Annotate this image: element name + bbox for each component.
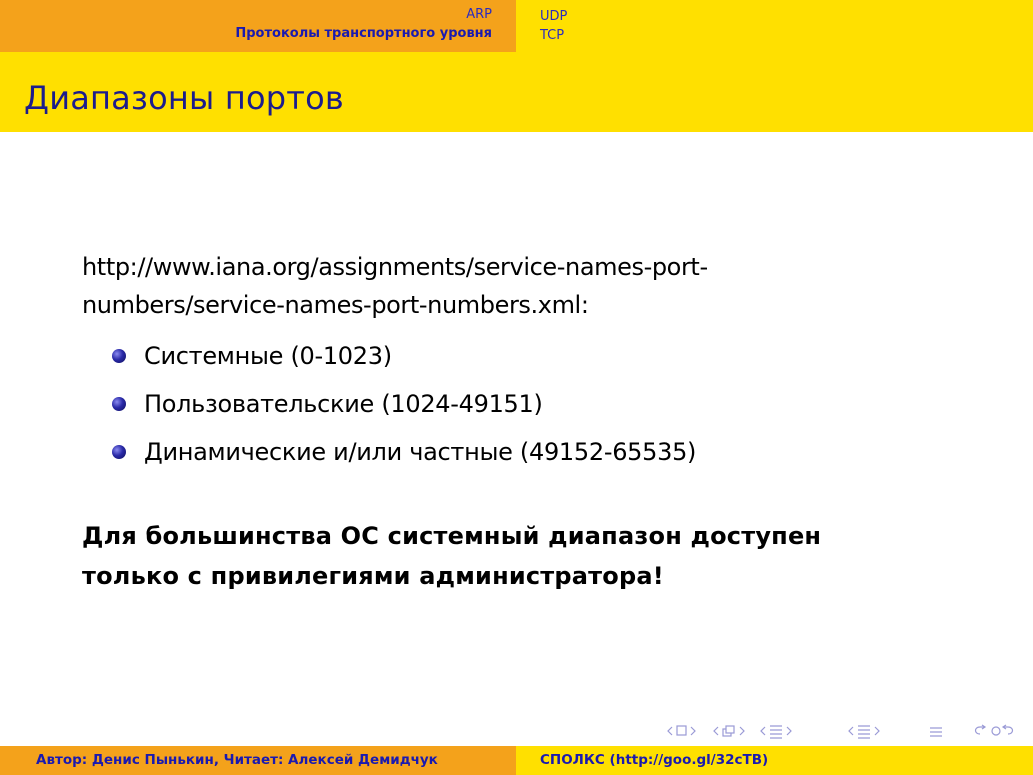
navigation-symbols-svg — [667, 724, 1014, 739]
footer-title-bar: СПОЛКС (http://goo.gl/32cTB) — [516, 746, 1033, 775]
footer-title: СПОЛКС (http://goo.gl/32cTB) — [540, 752, 769, 768]
nav-section-arp[interactable]: ARP — [466, 7, 492, 22]
nav-section-icon[interactable] — [760, 725, 792, 739]
navigation-symbols — [660, 722, 1030, 740]
list-item-label: Динамические и/или частные (49152-65535) — [144, 438, 697, 466]
nav-subsection-title[interactable]: Протоколы транспортного уровня — [235, 26, 492, 41]
iana-url[interactable]: http://www.iana.org/assignments/service-… — [82, 248, 942, 324]
nav-item-tcp[interactable]: TCP — [540, 26, 567, 45]
footer-author-bar: Автор: Денис Пынькин, Читает: Алексей Де… — [0, 746, 516, 775]
list-item-label: Системные (0-1023) — [144, 342, 392, 370]
frame-title-bar: Диапазоны портов — [0, 52, 1033, 132]
bullet-icon — [112, 445, 126, 459]
slide-content: http://www.iana.org/assignments/service-… — [82, 248, 942, 596]
list-item-system: Системные (0-1023) — [110, 332, 942, 380]
list-item-dynamic: Динамические и/или частные (49152-65535) — [110, 428, 942, 476]
iana-url-line-2[interactable]: numbers/service-names-port-numbers.xml: — [82, 286, 942, 324]
header-subsection-bar: UDP TCP — [516, 0, 1033, 52]
iana-url-line-1[interactable]: http://www.iana.org/assignments/service-… — [82, 248, 942, 286]
header-section-bar: ARP Протоколы транспортного уровня — [0, 0, 516, 52]
list-item-user: Пользовательские (1024-49151) — [110, 380, 942, 428]
bullet-icon — [112, 349, 126, 363]
nav-search-icon[interactable] — [974, 724, 1014, 736]
nav-align-icon[interactable] — [930, 727, 942, 737]
bullet-icon — [112, 397, 126, 411]
admin-warning: Для большинства ОС системный диапазон до… — [82, 516, 942, 596]
page-title: Диапазоны портов — [24, 79, 344, 117]
port-range-list: Системные (0-1023) Пользовательские (102… — [82, 332, 942, 476]
list-item-label: Пользовательские (1024-49151) — [144, 390, 543, 418]
admin-warning-line-1: Для большинства ОС системный диапазон до… — [82, 522, 822, 550]
footer-author: Автор: Денис Пынькин, Читает: Алексей Де… — [36, 752, 438, 768]
nav-item-udp[interactable]: UDP — [540, 7, 567, 26]
nav-frame-icon[interactable] — [667, 725, 696, 736]
nav-subsection-list: UDP TCP — [540, 7, 567, 45]
nav-subsection-icon[interactable] — [713, 725, 745, 737]
admin-warning-line-2: только с привилегиями администратора! — [82, 562, 664, 590]
nav-doc-icon[interactable] — [848, 725, 880, 739]
